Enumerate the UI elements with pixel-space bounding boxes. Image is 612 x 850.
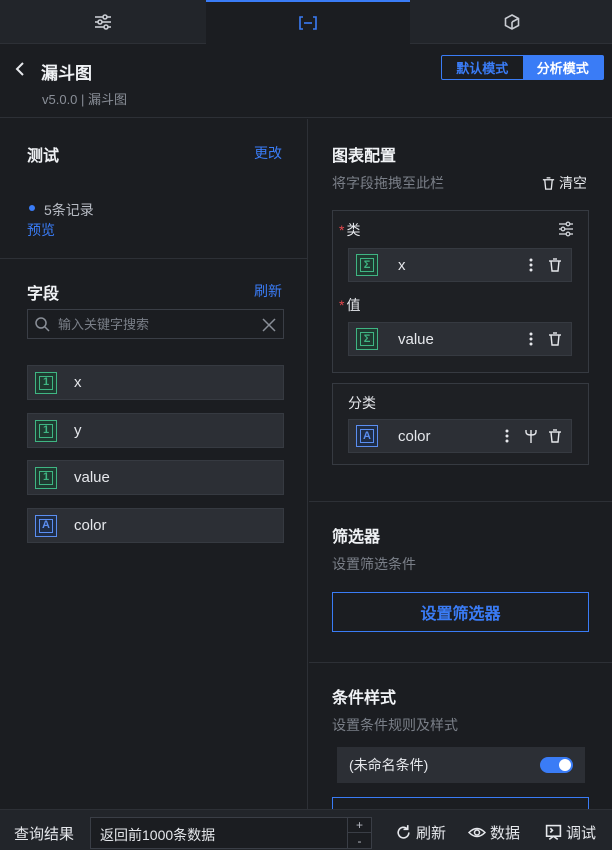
mode-switch: 默认模式 分析模式 bbox=[441, 55, 604, 80]
fields-title: 字段 bbox=[27, 286, 60, 303]
conditional-style-hint: 设置条件规则及样式 bbox=[332, 717, 458, 733]
field-item-color[interactable]: A color bbox=[27, 508, 284, 543]
field-search-input[interactable] bbox=[58, 316, 248, 332]
analysis-mode-button[interactable]: 分析模式 bbox=[522, 56, 603, 79]
group-zone-label: 分类 bbox=[348, 395, 376, 411]
clear-label: 清空 bbox=[559, 175, 587, 191]
hexagon-icon bbox=[504, 14, 519, 30]
component-header: 漏斗图 v5.0.0 | 漏斗图 默认模式 分析模式 bbox=[0, 44, 612, 118]
record-count: 5条记录 bbox=[44, 202, 94, 218]
category-field-slot[interactable]: Σ x bbox=[348, 248, 572, 282]
debug-icon bbox=[545, 824, 562, 841]
query-bottom-bar: 查询结果 返回前1000条数据 + - 刷新 数据 调试 bbox=[0, 809, 612, 850]
divider bbox=[309, 662, 612, 663]
field-name: value bbox=[74, 469, 110, 486]
component-title: 漏斗图 bbox=[41, 64, 92, 83]
field-item-value[interactable]: 1 value bbox=[27, 460, 284, 495]
refresh-fields-link[interactable]: 刷新 bbox=[254, 281, 282, 301]
split-icon[interactable] bbox=[523, 428, 539, 444]
query-result-label: 查询结果 bbox=[14, 826, 75, 843]
field-item-y[interactable]: 1 y bbox=[27, 413, 284, 448]
value-field-slot[interactable]: Σ value bbox=[348, 322, 572, 356]
sliders-icon bbox=[94, 14, 111, 30]
eye-icon bbox=[468, 827, 486, 838]
more-vertical-icon[interactable] bbox=[523, 257, 539, 273]
data-button[interactable]: 数据 bbox=[468, 822, 520, 843]
slot-field-name: color bbox=[398, 427, 431, 445]
more-vertical-icon[interactable] bbox=[523, 331, 539, 347]
numeric-type-icon: 1 bbox=[35, 466, 57, 489]
more-vertical-icon[interactable] bbox=[499, 428, 515, 444]
divider bbox=[309, 501, 612, 502]
condition-rule-name: (未命名条件) bbox=[349, 757, 429, 773]
change-dataset-link[interactable]: 更改 bbox=[254, 143, 282, 163]
divider bbox=[0, 258, 308, 259]
value-zone-label: * 值 bbox=[339, 297, 361, 313]
chevron-left-icon[interactable] bbox=[12, 61, 28, 77]
field-name: color bbox=[74, 517, 107, 534]
tab-interaction[interactable] bbox=[411, 0, 612, 44]
bracket-field-icon bbox=[299, 16, 317, 30]
condition-rule-row[interactable]: (未命名条件) bbox=[337, 747, 585, 783]
slot-field-name: value bbox=[398, 330, 434, 348]
numeric-type-icon: 1 bbox=[35, 371, 57, 394]
field-item-x[interactable]: 1 x bbox=[27, 365, 284, 400]
chart-config-panel: 图表配置 将字段拖拽至此栏 清空 * 类 Σ x * 值 Σ value 分类 … bbox=[309, 119, 612, 811]
conditional-style-title: 条件样式 bbox=[332, 690, 397, 707]
top-tab-bar bbox=[0, 0, 612, 44]
text-type-icon: A bbox=[356, 425, 378, 447]
trash-icon[interactable] bbox=[547, 257, 563, 273]
tab-field-config[interactable] bbox=[206, 0, 410, 44]
close-icon[interactable] bbox=[262, 318, 276, 332]
dataset-title: 测试 bbox=[27, 148, 60, 165]
refresh-icon bbox=[397, 825, 410, 839]
condition-toggle[interactable] bbox=[540, 757, 573, 773]
trash-icon[interactable] bbox=[547, 331, 563, 347]
data-source-panel: 测试 更改 5条记录 预览 字段 刷新 1 x 1 y 1 value A co… bbox=[0, 119, 308, 809]
filter-title: 筛选器 bbox=[332, 529, 381, 546]
refresh-button[interactable]: 刷新 bbox=[395, 822, 446, 843]
set-filter-button[interactable]: 设置筛选器 bbox=[332, 592, 589, 632]
clear-button[interactable]: 清空 bbox=[541, 173, 587, 193]
result-limit-input[interactable]: 返回前1000条数据 + - bbox=[90, 817, 372, 849]
numeric-type-icon: 1 bbox=[35, 419, 57, 442]
trash-icon bbox=[542, 176, 555, 190]
tab-style-settings[interactable] bbox=[0, 0, 205, 44]
sigma-icon: Σ bbox=[356, 254, 378, 276]
text-type-icon: A bbox=[35, 514, 57, 537]
sliders-icon[interactable] bbox=[558, 221, 574, 237]
component-version: v5.0.0 | 漏斗图 bbox=[42, 92, 128, 107]
limit-stepper: + - bbox=[347, 818, 371, 848]
field-name: x bbox=[74, 374, 82, 391]
default-mode-button[interactable]: 默认模式 bbox=[442, 56, 523, 79]
category-zone-label: * 类 bbox=[339, 222, 361, 238]
field-search bbox=[27, 309, 284, 339]
search-icon bbox=[35, 317, 50, 332]
result-limit-value: 返回前1000条数据 bbox=[100, 827, 216, 843]
filter-hint: 设置筛选条件 bbox=[332, 556, 416, 572]
field-name: y bbox=[74, 422, 82, 439]
required-drop-zone: * 类 Σ x * 值 Σ value bbox=[332, 210, 589, 373]
trash-icon[interactable] bbox=[547, 428, 563, 444]
group-field-slot[interactable]: A color bbox=[348, 419, 572, 453]
preview-link[interactable]: 预览 bbox=[27, 220, 55, 240]
group-drop-zone: 分类 A color bbox=[332, 383, 589, 465]
decrement-button[interactable]: - bbox=[348, 833, 371, 848]
chart-config-hint: 将字段拖拽至此栏 bbox=[332, 175, 444, 191]
increment-button[interactable]: + bbox=[348, 818, 371, 833]
sigma-icon: Σ bbox=[356, 328, 378, 350]
slot-field-name: x bbox=[398, 256, 406, 274]
record-dot-icon bbox=[29, 205, 35, 211]
chart-config-title: 图表配置 bbox=[332, 148, 397, 165]
debug-button[interactable]: 调试 bbox=[545, 822, 596, 843]
